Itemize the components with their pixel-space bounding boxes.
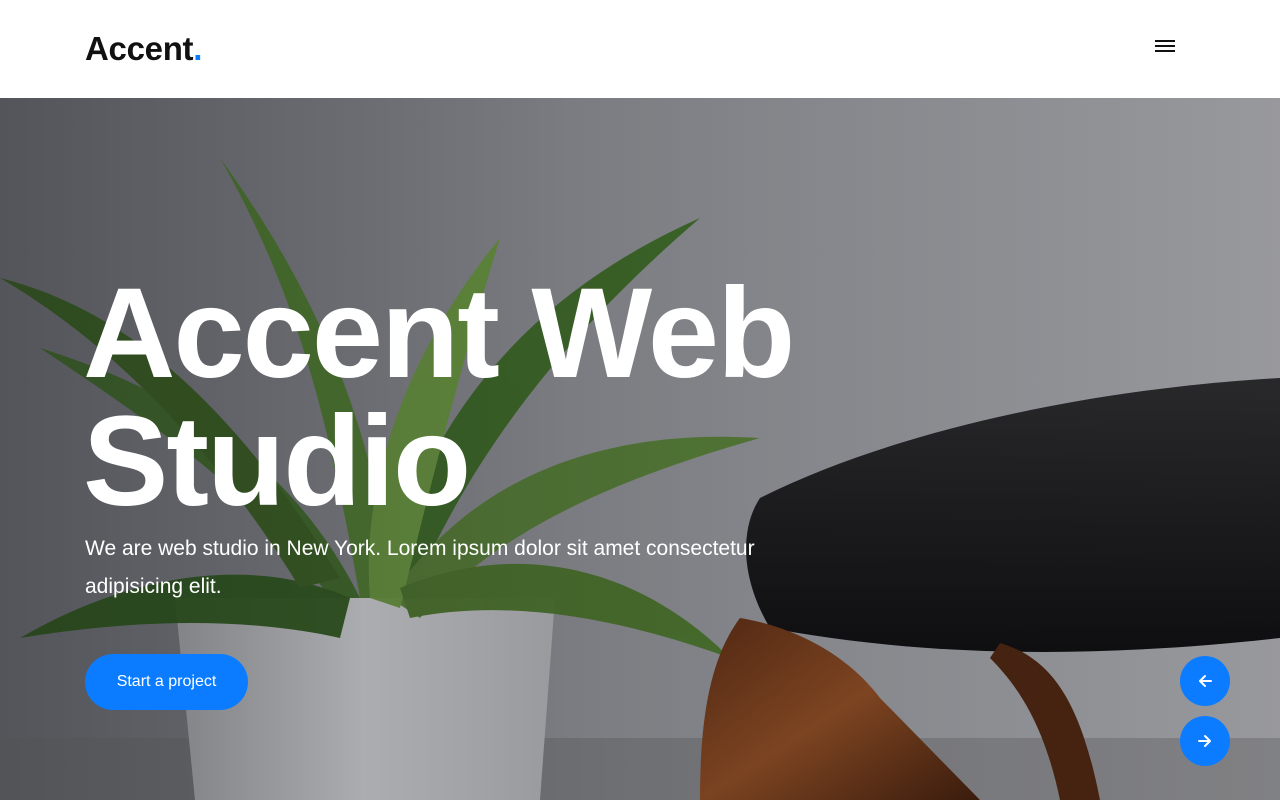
site-header: Accent.: [0, 0, 1280, 98]
logo-text: Accent: [85, 30, 194, 67]
hero-description: We are web studio in New York. Lorem ips…: [85, 537, 755, 598]
slider-next-button[interactable]: [1180, 716, 1230, 766]
hamburger-menu-icon: [1155, 40, 1175, 52]
logo-dot: .: [193, 30, 203, 67]
start-project-button[interactable]: Start a project: [85, 654, 248, 710]
hero-title-line-2: Studio: [83, 390, 471, 533]
logo[interactable]: Accent.: [85, 30, 202, 68]
arrow-left-icon: [1199, 675, 1212, 687]
hero-section: Accent Web Studio We are web studio in N…: [0, 98, 1280, 800]
menu-button[interactable]: [1150, 32, 1180, 62]
hero-title: Accent Web Studio: [83, 270, 883, 526]
arrow-right-icon: [1198, 735, 1211, 747]
hero-title-line-1: Accent Web: [83, 262, 795, 405]
slider-prev-button[interactable]: [1180, 656, 1230, 706]
